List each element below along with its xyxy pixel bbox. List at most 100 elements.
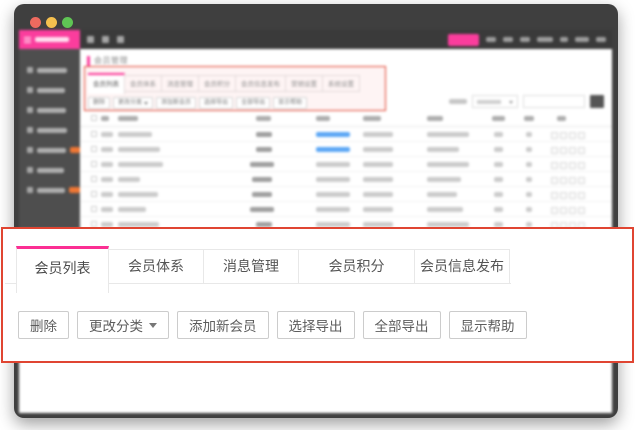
- link-icon[interactable]: [117, 36, 124, 43]
- view-icon[interactable]: [560, 162, 567, 169]
- toolbar-button[interactable]: 选择导出: [199, 97, 233, 109]
- row-checkbox[interactable]: [91, 176, 97, 182]
- zoom-window-button[interactable]: [62, 17, 73, 28]
- edit-icon[interactable]: [551, 177, 558, 184]
- tab[interactable]: 会员体系: [109, 249, 204, 283]
- message-icon[interactable]: [569, 177, 576, 184]
- toolbar-button[interactable]: 添加新会员: [156, 97, 196, 109]
- edit-icon[interactable]: [551, 192, 558, 199]
- tab[interactable]: 系统设置: [323, 75, 360, 92]
- message-icon[interactable]: [569, 207, 576, 214]
- view-icon[interactable]: [560, 192, 567, 199]
- member-module-tabs: 会员列表 会员体系 消息管理 会员积分 会员信息发布 营销设置 系统设置: [88, 73, 360, 94]
- tab[interactable]: 消息管理: [204, 249, 299, 283]
- navbar-link-blurred[interactable]: [575, 37, 589, 42]
- table-row[interactable]: [80, 202, 612, 217]
- delete-icon[interactable]: [578, 207, 585, 214]
- toolbar-button[interactable]: 全部导出: [363, 311, 441, 339]
- toolbar-button[interactable]: 添加新会员: [177, 311, 269, 339]
- sidebar-item-label-blurred: [37, 168, 64, 173]
- row-checkbox[interactable]: [91, 131, 97, 137]
- sidebar-item[interactable]: [19, 185, 80, 195]
- tab[interactable]: 会员体系: [125, 75, 162, 92]
- tab[interactable]: 会员积分: [299, 249, 415, 283]
- search-input[interactable]: [523, 95, 585, 108]
- table-row[interactable]: [80, 187, 612, 202]
- view-icon[interactable]: [560, 147, 567, 154]
- close-window-button[interactable]: [30, 17, 41, 28]
- delete-icon[interactable]: [578, 162, 585, 169]
- tab[interactable]: 会员列表: [16, 246, 109, 293]
- message-icon[interactable]: [569, 192, 576, 199]
- tab[interactable]: 消息管理: [162, 75, 199, 92]
- edit-icon[interactable]: [551, 207, 558, 214]
- sidebar-item-icon: [27, 147, 33, 153]
- category-select[interactable]: [472, 95, 518, 108]
- toolbar-button[interactable]: 显示帮助: [449, 311, 527, 339]
- message-icon[interactable]: [569, 162, 576, 169]
- toolbar-button[interactable]: 全部导出: [236, 97, 270, 109]
- edit-icon[interactable]: [551, 162, 558, 169]
- delete-icon[interactable]: [578, 192, 585, 199]
- table-row[interactable]: [80, 142, 612, 157]
- row-actions: [551, 207, 585, 212]
- toolbar-button[interactable]: 更改分类: [113, 97, 153, 109]
- edit-icon[interactable]: [551, 147, 558, 154]
- table-row[interactable]: [80, 172, 612, 187]
- toolbar-button[interactable]: 选择导出: [277, 311, 355, 339]
- toolbar-button[interactable]: 删除: [88, 97, 110, 109]
- chevron-down-icon: [144, 102, 148, 105]
- sidebar-item[interactable]: [19, 165, 80, 175]
- delete-icon[interactable]: [578, 132, 585, 139]
- sidebar-item[interactable]: [19, 65, 80, 75]
- delete-icon[interactable]: [578, 177, 585, 184]
- member-toolbar: 删除 更改分类 添加新会员 选择导出 全部导出 显示帮助: [88, 97, 307, 109]
- message-icon[interactable]: [569, 132, 576, 139]
- app-logo[interactable]: [19, 30, 80, 49]
- tab[interactable]: 会员积分: [199, 75, 236, 92]
- sidebar-item[interactable]: [19, 105, 80, 115]
- navbar-link-blurred[interactable]: [486, 37, 496, 42]
- navbar-icons: [87, 36, 124, 43]
- view-icon[interactable]: [560, 207, 567, 214]
- refresh-icon[interactable]: [87, 36, 94, 43]
- toolbar-button[interactable]: 更改分类: [77, 311, 169, 339]
- navbar-link-blurred[interactable]: [596, 37, 606, 42]
- navbar-link-blurred[interactable]: [520, 37, 530, 42]
- tab[interactable]: 会员列表: [88, 73, 125, 94]
- sidebar-item[interactable]: [19, 145, 80, 155]
- navbar-link-blurred[interactable]: [560, 37, 568, 42]
- toolbar-button[interactable]: 删除: [18, 311, 69, 339]
- layout-icon[interactable]: [102, 36, 109, 43]
- minimize-window-button[interactable]: [46, 17, 57, 28]
- edit-icon[interactable]: [551, 132, 558, 139]
- sidebar-item-icon: [27, 107, 33, 113]
- navbar-link-blurred[interactable]: [537, 37, 553, 42]
- delete-icon[interactable]: [578, 147, 585, 154]
- message-icon[interactable]: [569, 147, 576, 154]
- sidebar-item[interactable]: [19, 85, 80, 95]
- member-toolbar-zoomed: 删除 更改分类 添加新会员 选择导出 全部导出 显示帮助: [18, 311, 527, 339]
- row-checkbox[interactable]: [91, 206, 97, 212]
- view-icon[interactable]: [560, 177, 567, 184]
- table-body: [80, 127, 612, 232]
- navbar-primary-button[interactable]: [448, 34, 479, 46]
- navbar-link-blurred[interactable]: [503, 37, 513, 42]
- sidebar-item-label-blurred: [37, 108, 66, 113]
- view-icon[interactable]: [560, 132, 567, 139]
- sidebar-item-icon: [27, 67, 33, 73]
- select-all-checkbox[interactable]: [91, 115, 97, 121]
- tab[interactable]: 会员信息发布: [236, 75, 286, 92]
- row-checkbox[interactable]: [91, 191, 97, 197]
- table-row[interactable]: [80, 157, 612, 172]
- toolbar-button[interactable]: 显示帮助: [273, 97, 307, 109]
- table-row[interactable]: [80, 127, 612, 142]
- row-checkbox[interactable]: [91, 146, 97, 152]
- table-search-row: [449, 95, 604, 108]
- row-checkbox[interactable]: [91, 161, 97, 167]
- search-button[interactable]: [590, 95, 604, 108]
- sidebar-item[interactable]: [19, 125, 80, 135]
- screenshot-stage: 会员管理 会员列表 会员体系 消息管理 会员积分: [0, 0, 635, 430]
- tab[interactable]: 会员信息发布: [415, 249, 510, 283]
- tab[interactable]: 营销设置: [286, 75, 323, 92]
